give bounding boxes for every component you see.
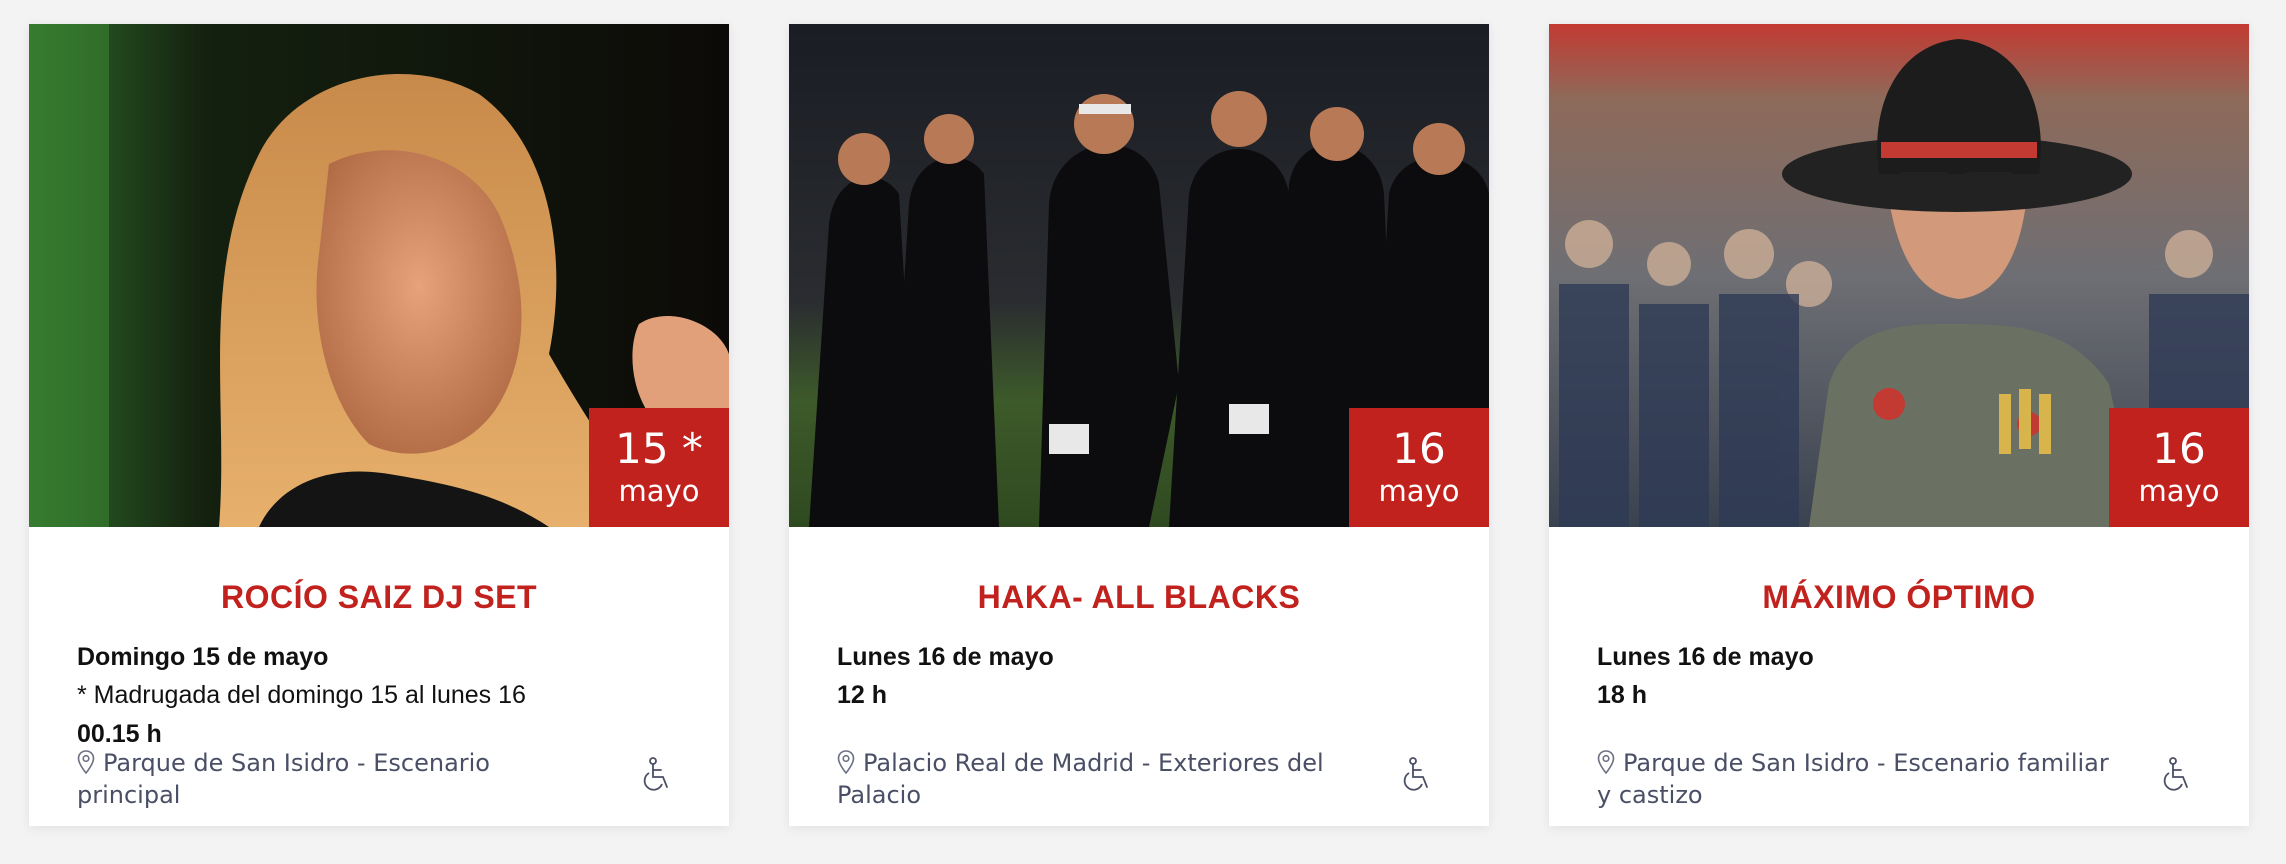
badge-month: mayo <box>1378 474 1460 508</box>
event-location: Palacio Real de Madrid - Exteriores del … <box>837 747 1357 811</box>
event-time: 12 h <box>837 681 888 709</box>
location-text: Parque de San Isidro - Escenario princip… <box>77 749 490 809</box>
badge-day: 15 * <box>615 424 703 473</box>
event-location: Parque de San Isidro - Escenario familia… <box>1597 747 2117 811</box>
wheelchair-icon <box>2163 757 2188 791</box>
wheelchair-icon <box>1403 757 1428 791</box>
badge-month: mayo <box>2138 474 2220 508</box>
event-time: 00.15 h <box>77 720 162 748</box>
location-text: Palacio Real de Madrid - Exteriores del … <box>837 749 1324 809</box>
event-title[interactable]: ROCÍO SAIZ DJ SET <box>29 579 729 616</box>
event-photo[interactable]: 16 mayo <box>789 24 1489 527</box>
event-date: Lunes 16 de mayo <box>1597 643 1814 671</box>
badge-month: mayo <box>618 474 700 508</box>
map-pin-icon <box>77 750 95 774</box>
event-info: MÁXIMO ÓPTIMO Lunes 16 de mayo 18 h Parq… <box>1549 527 2249 826</box>
event-card[interactable]: 16 mayo HAKA- ALL BLACKS Lunes 16 de may… <box>789 24 1489 826</box>
map-pin-icon <box>1597 750 1615 774</box>
date-badge: 16 mayo <box>2109 408 2249 527</box>
event-info: HAKA- ALL BLACKS Lunes 16 de mayo 12 h P… <box>789 527 1489 826</box>
date-badge: 15 * mayo <box>589 408 729 527</box>
event-cards-grid: 15 * mayo ROCÍO SAIZ DJ SET Domingo 15 d… <box>0 0 2286 864</box>
map-pin-icon <box>837 750 855 774</box>
event-title[interactable]: MÁXIMO ÓPTIMO <box>1549 579 2249 616</box>
event-photo[interactable]: 15 * mayo <box>29 24 729 527</box>
event-date: Lunes 16 de mayo <box>837 643 1054 671</box>
event-date: Domingo 15 de mayo <box>77 643 329 671</box>
event-card[interactable]: 15 * mayo ROCÍO SAIZ DJ SET Domingo 15 d… <box>29 24 729 826</box>
event-info: ROCÍO SAIZ DJ SET Domingo 15 de mayo * M… <box>29 527 729 826</box>
location-text: Parque de San Isidro - Escenario familia… <box>1597 749 2109 809</box>
event-card[interactable]: 16 mayo MÁXIMO ÓPTIMO Lunes 16 de mayo 1… <box>1549 24 2249 826</box>
event-location: Parque de San Isidro - Escenario princip… <box>77 747 597 811</box>
badge-day: 16 <box>2152 424 2206 473</box>
event-note: * Madrugada del domingo 15 al lunes 16 <box>77 681 526 709</box>
event-title[interactable]: HAKA- ALL BLACKS <box>789 579 1489 616</box>
wheelchair-icon <box>643 757 668 791</box>
badge-day: 16 <box>1392 424 1446 473</box>
event-time: 18 h <box>1597 681 1648 709</box>
date-badge: 16 mayo <box>1349 408 1489 527</box>
event-photo[interactable]: 16 mayo <box>1549 24 2249 527</box>
